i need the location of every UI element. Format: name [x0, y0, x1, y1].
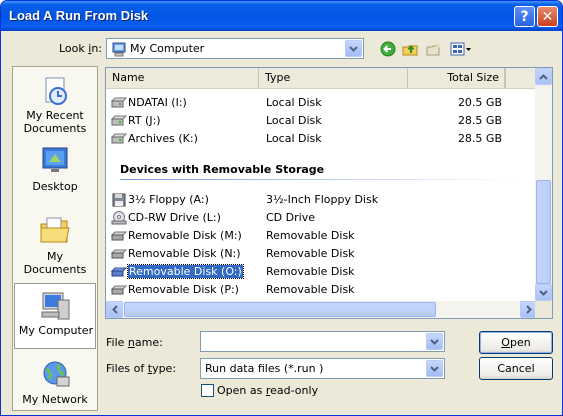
- files-of-type-label: Files of type:: [106, 362, 177, 375]
- look-in-dropdown-button[interactable]: [345, 40, 362, 57]
- drive-type: Removable Disk: [266, 247, 355, 260]
- drive-name: CD-RW Drive (L:): [128, 211, 221, 224]
- chevron-up-icon: [539, 73, 548, 80]
- floppy-drive-icon: [112, 193, 126, 207]
- vertical-scroll-thumb[interactable]: [536, 180, 551, 284]
- my-computer-small-icon: [111, 41, 127, 60]
- drive-type: 3½-Inch Floppy Disk: [266, 193, 379, 206]
- up-folder-icon[interactable]: [401, 40, 419, 58]
- dialog-title: Load A Run From Disk: [9, 8, 149, 23]
- list-item[interactable]: Removable Disk (M:) Removable Disk: [107, 227, 537, 245]
- disk-type: Local Disk: [266, 114, 322, 127]
- horizontal-scrollbar[interactable]: [106, 301, 537, 318]
- drive-name: 3½ Floppy (A:): [128, 193, 209, 206]
- my-computer-icon: [41, 292, 70, 320]
- chevron-down-icon: [349, 45, 358, 52]
- close-button[interactable]: ✕: [537, 6, 558, 27]
- desktop-icon: [42, 147, 68, 172]
- my-documents-icon: [40, 217, 70, 243]
- look-in-combo[interactable]: My Computer: [106, 38, 364, 59]
- hard-disk-icon: [111, 133, 127, 144]
- removable-disk-icon: [111, 285, 127, 295]
- file-name-combo[interactable]: [200, 331, 445, 352]
- list-item[interactable]: NDATAI (I:) Local Disk 20.5 GB: [107, 94, 537, 112]
- place-my-network[interactable]: My Network: [14, 353, 96, 410]
- scroll-up-button[interactable]: [535, 68, 552, 85]
- look-in-label: Look in:: [59, 42, 103, 55]
- cancel-button[interactable]: Cancel: [479, 357, 553, 380]
- title-bar[interactable]: Load A Run From Disk ? ✕: [1, 1, 562, 31]
- place-my-documents[interactable]: My Documents: [14, 208, 96, 276]
- new-folder-icon[interactable]: [425, 40, 443, 58]
- place-my-computer[interactable]: My Computer: [14, 283, 96, 349]
- removable-group-title: Devices with Removable Storage: [120, 163, 325, 176]
- cd-drive-icon: [111, 211, 127, 225]
- chevron-left-icon: [111, 305, 118, 314]
- open-button[interactable]: Open: [479, 331, 553, 354]
- chevron-down-icon: [430, 365, 439, 372]
- files-of-type-select[interactable]: Run data files (*.run ): [200, 358, 445, 379]
- disk-name: RT (J:): [128, 114, 161, 127]
- drive-name: Removable Disk (M:): [128, 229, 242, 242]
- list-item-selected[interactable]: Removable Disk (O:) Removable Disk: [107, 263, 537, 281]
- views-menu-icon[interactable]: [449, 40, 473, 58]
- scroll-down-button[interactable]: [535, 284, 552, 301]
- load-run-dialog: Load A Run From Disk ? ✕ Look in: My Com…: [0, 0, 563, 416]
- list-item[interactable]: Archives (K:) Local Disk 28.5 GB: [107, 130, 537, 148]
- column-header-total-size[interactable]: Total Size: [407, 68, 506, 88]
- back-icon[interactable]: [379, 40, 397, 58]
- look-in-value: My Computer: [130, 42, 205, 55]
- drive-name: Removable Disk (O:): [127, 264, 244, 279]
- my-network-icon: [43, 361, 70, 387]
- chevron-down-icon: [430, 338, 439, 345]
- hard-disk-icon: [111, 115, 127, 126]
- file-name-dropdown-button[interactable]: [426, 333, 443, 350]
- disk-size: 20.5 GB: [457, 96, 502, 109]
- disk-size: 28.5 GB: [457, 114, 502, 127]
- chevron-down-icon: [539, 289, 548, 296]
- places-bar: My Recent Documents Desktop My Documents …: [12, 66, 98, 411]
- drive-type: Removable Disk: [266, 265, 355, 278]
- disk-size: 28.5 GB: [457, 132, 502, 145]
- drive-name: Removable Disk (N:): [128, 247, 241, 260]
- disk-name: NDATAI (I:): [128, 96, 187, 109]
- scroll-corner: [535, 301, 552, 318]
- file-name-label: File name:: [106, 336, 163, 349]
- close-icon: ✕: [541, 8, 554, 25]
- place-my-recent-documents[interactable]: My Recent Documents: [14, 69, 96, 135]
- removable-disk-icon: [111, 267, 127, 277]
- vertical-scrollbar[interactable]: [535, 68, 552, 301]
- help-icon: ?: [520, 8, 529, 25]
- removable-disk-icon: [111, 231, 127, 241]
- group-divider: [120, 179, 520, 180]
- help-button[interactable]: ?: [514, 6, 535, 27]
- recent-documents-icon: [45, 77, 67, 105]
- drive-name: Removable Disk (P:): [128, 283, 239, 296]
- list-header: Name Type Total Size: [106, 68, 537, 89]
- list-item[interactable]: Removable Disk (P:) Removable Disk: [107, 281, 537, 299]
- open-read-only-label[interactable]: Open as read-only: [217, 384, 318, 397]
- list-item[interactable]: CD-RW Drive (L:) CD Drive: [107, 209, 537, 227]
- chevron-right-icon: [525, 305, 532, 314]
- drive-type: CD Drive: [266, 211, 315, 224]
- disk-type: Local Disk: [266, 132, 322, 145]
- horizontal-scroll-thumb[interactable]: [124, 302, 436, 317]
- hard-disk-icon: [111, 97, 127, 108]
- column-header-name[interactable]: Name: [106, 68, 259, 88]
- list-item[interactable]: Removable Disk (N:) Removable Disk: [107, 245, 537, 263]
- files-of-type-value: Run data files (*.run ): [205, 362, 324, 375]
- file-list[interactable]: Name Type Total Size NDATAI (I:) Local D…: [105, 67, 553, 319]
- drive-type: Removable Disk: [266, 229, 355, 242]
- files-of-type-dropdown-button[interactable]: [426, 360, 443, 377]
- list-item[interactable]: RT (J:) Local Disk 28.5 GB: [107, 112, 537, 130]
- disk-type: Local Disk: [266, 96, 322, 109]
- drive-type: Removable Disk: [266, 283, 355, 296]
- list-item[interactable]: 3½ Floppy (A:) 3½-Inch Floppy Disk: [107, 191, 537, 209]
- open-read-only-checkbox[interactable]: [201, 384, 214, 397]
- place-desktop[interactable]: Desktop: [14, 138, 96, 204]
- disk-name: Archives (K:): [128, 132, 198, 145]
- removable-disk-icon: [111, 249, 127, 259]
- scroll-left-button[interactable]: [106, 301, 123, 318]
